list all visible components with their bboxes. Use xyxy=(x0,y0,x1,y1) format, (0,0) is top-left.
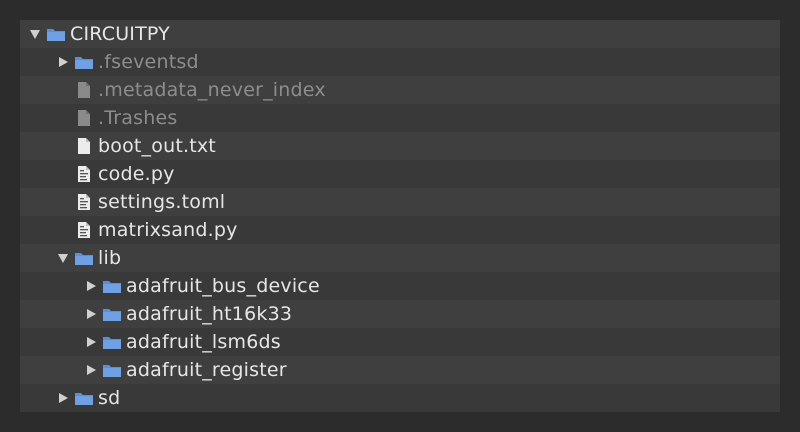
chevron-right-icon[interactable] xyxy=(56,48,70,76)
tree-row-boot-out-txt[interactable]: boot_out.txt xyxy=(20,132,780,160)
chevron-right-icon[interactable] xyxy=(56,384,70,412)
tree-row-adafruit-register[interactable]: adafruit_register xyxy=(20,356,780,384)
tree-row-circuitpy[interactable]: CIRCUITPY xyxy=(20,20,780,48)
tree-row-trashes[interactable]: .Trashes xyxy=(20,104,780,132)
folder-icon xyxy=(102,328,122,356)
folder-icon xyxy=(46,20,66,48)
tree-row-sd[interactable]: sd xyxy=(20,384,780,412)
tree-row-fseventsd[interactable]: .fseventsd xyxy=(20,48,780,76)
tree-row-adafruit-bus-device[interactable]: adafruit_bus_device xyxy=(20,272,780,300)
tree-item-label: .metadata_never_index xyxy=(98,79,326,101)
code-file-icon xyxy=(74,188,94,216)
tree-row-adafruit-ht16k33[interactable]: adafruit_ht16k33 xyxy=(20,300,780,328)
code-file-icon xyxy=(74,216,94,244)
text-file-icon xyxy=(74,132,94,160)
tree-item-label: sd xyxy=(98,387,121,409)
folder-icon xyxy=(102,300,122,328)
tree-item-label: settings.toml xyxy=(98,191,226,213)
folder-icon xyxy=(74,244,94,272)
tree-item-label: adafruit_register xyxy=(126,359,287,381)
tree-row-settings-toml[interactable]: settings.toml xyxy=(20,188,780,216)
file-icon xyxy=(74,104,94,132)
folder-icon xyxy=(102,356,122,384)
chevron-right-icon[interactable] xyxy=(84,356,98,384)
tree-item-label: CIRCUITPY xyxy=(70,23,170,45)
tree-row-code-py[interactable]: code.py xyxy=(20,160,780,188)
folder-icon xyxy=(74,384,94,412)
file-tree: CIRCUITPY .fseventsd .metadata_never_ind… xyxy=(20,20,780,412)
tree-item-label: adafruit_bus_device xyxy=(126,275,320,297)
file-icon xyxy=(74,76,94,104)
tree-item-label: .Trashes xyxy=(98,107,178,129)
chevron-down-icon[interactable] xyxy=(28,20,42,48)
chevron-right-icon[interactable] xyxy=(84,272,98,300)
folder-icon xyxy=(102,272,122,300)
tree-item-label: adafruit_lsm6ds xyxy=(126,331,281,353)
tree-item-label: code.py xyxy=(98,163,175,185)
tree-item-label: adafruit_ht16k33 xyxy=(126,303,293,325)
tree-row-lib[interactable]: lib xyxy=(20,244,780,272)
tree-row-metadata-never-index[interactable]: .metadata_never_index xyxy=(20,76,780,104)
chevron-right-icon[interactable] xyxy=(84,300,98,328)
tree-row-matrixsand-py[interactable]: matrixsand.py xyxy=(20,216,780,244)
chevron-right-icon[interactable] xyxy=(84,328,98,356)
code-file-icon xyxy=(74,160,94,188)
folder-icon xyxy=(74,48,94,76)
chevron-down-icon[interactable] xyxy=(56,244,70,272)
tree-item-label: .fseventsd xyxy=(98,51,199,73)
tree-row-adafruit-lsm6ds[interactable]: adafruit_lsm6ds xyxy=(20,328,780,356)
tree-item-label: boot_out.txt xyxy=(98,135,216,157)
tree-item-label: matrixsand.py xyxy=(98,219,238,241)
tree-item-label: lib xyxy=(98,247,122,269)
